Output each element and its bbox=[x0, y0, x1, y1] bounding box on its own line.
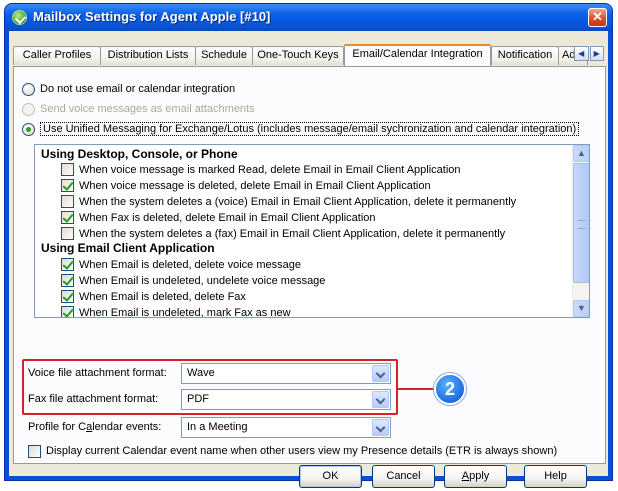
cancel-button[interactable]: Cancel bbox=[372, 465, 435, 488]
window-title: Mailbox Settings for Agent Apple [#10] bbox=[33, 9, 271, 24]
list-item[interactable]: When Email is deleted, delete Fax bbox=[61, 289, 246, 304]
dialog-client-area: Caller Profiles Distribution Lists Sched… bbox=[9, 31, 608, 488]
calendar-profile-label: Profile for Calendar events: bbox=[28, 421, 162, 433]
voice-format-select[interactable]: Wave bbox=[181, 363, 391, 384]
close-button[interactable]: ✕ bbox=[588, 8, 607, 27]
sync-options-content: Using Desktop, Console, or Phone When vo… bbox=[35, 145, 572, 317]
mailbox-settings-window: Mailbox Settings for Agent Apple [#10] ✕… bbox=[4, 3, 613, 488]
tab-distribution-lists[interactable]: Distribution Lists bbox=[100, 46, 196, 65]
apply-button[interactable]: Apply bbox=[444, 465, 507, 488]
chevron-down-icon[interactable] bbox=[372, 419, 389, 436]
fax-format-value: PDF bbox=[187, 393, 209, 405]
list-item[interactable]: When Email is undeleted, undelete voice … bbox=[61, 273, 325, 288]
checkbox-label: When voice message is marked Read, delet… bbox=[79, 163, 461, 176]
callout-connector-line bbox=[398, 388, 436, 390]
list-item[interactable]: When Email is undeleted, mark Fax as new bbox=[61, 305, 291, 318]
chevron-down-icon[interactable] bbox=[372, 365, 389, 382]
checkbox-label: When Email is undeleted, undelete voice … bbox=[79, 274, 326, 287]
chevron-down-icon[interactable] bbox=[372, 391, 389, 408]
checkbox-label: When Email is deleted, delete Fax bbox=[79, 290, 246, 303]
radio-button[interactable] bbox=[22, 82, 35, 96]
list-item[interactable]: When the system deletes a (voice) Email … bbox=[61, 194, 516, 209]
display-event-label: Display current Calendar event name when… bbox=[46, 445, 558, 457]
list-item[interactable]: When the system deletes a (fax) Email in… bbox=[61, 226, 505, 241]
sync-list-scrollbar[interactable]: ▲ ▼ bbox=[572, 145, 589, 317]
app-icon bbox=[12, 10, 27, 25]
checkbox-label: When the system deletes a (voice) Email … bbox=[79, 195, 517, 208]
tab-email-calendar-integration[interactable]: Email/Calendar Integration bbox=[344, 44, 491, 66]
checkbox[interactable] bbox=[61, 195, 74, 208]
radio-label: Use Unified Messaging for Exchange/Lotus… bbox=[40, 122, 580, 136]
checkbox-label: When the system deletes a (fax) Email in… bbox=[79, 227, 506, 240]
email-calendar-panel: Do not use email or calendar integration… bbox=[13, 66, 606, 464]
scroll-down-icon[interactable]: ▼ bbox=[573, 300, 589, 317]
radio-no-integration[interactable]: Do not use email or calendar integration bbox=[22, 81, 235, 97]
checkbox[interactable] bbox=[61, 274, 74, 287]
radio-label: Send voice messages as email attachments bbox=[40, 103, 255, 115]
checkbox[interactable] bbox=[61, 306, 74, 317]
tab-one-touch-keys[interactable]: One-Touch Keys bbox=[252, 46, 344, 65]
voice-format-value: Wave bbox=[187, 367, 215, 379]
checkbox[interactable] bbox=[61, 211, 74, 224]
group-heading-desktop: Using Desktop, Console, or Phone bbox=[41, 147, 238, 161]
calendar-profile-value: In a Meeting bbox=[187, 421, 248, 433]
checkbox-label: When Email is undeleted, mark Fax as new bbox=[79, 306, 291, 318]
help-button[interactable]: Help bbox=[524, 465, 587, 488]
tab-schedule[interactable]: Schedule bbox=[195, 46, 253, 65]
tab-scroll-arrows: ◀ ▶ bbox=[574, 46, 604, 61]
radio-unified-messaging[interactable]: Use Unified Messaging for Exchange/Lotus… bbox=[22, 121, 580, 137]
checkbox-label: When voice message is deleted, delete Em… bbox=[79, 179, 431, 192]
voice-format-label: Voice file attachment format: bbox=[28, 367, 167, 379]
callout-number-badge: 2 bbox=[434, 373, 466, 405]
tab-caller-profiles[interactable]: Caller Profiles bbox=[13, 46, 101, 65]
fax-format-select[interactable]: PDF bbox=[181, 389, 391, 410]
radio-label: Do not use email or calendar integration bbox=[40, 83, 236, 95]
checkbox[interactable] bbox=[61, 290, 74, 303]
checkbox[interactable] bbox=[61, 179, 74, 192]
list-item[interactable]: When voice message is deleted, delete Em… bbox=[61, 178, 431, 193]
scrollbar-thumb[interactable] bbox=[573, 163, 589, 283]
display-event-checkbox-row[interactable]: Display current Calendar event name when… bbox=[28, 443, 557, 459]
ok-button[interactable]: OK bbox=[299, 465, 362, 488]
sync-options-list[interactable]: Using Desktop, Console, or Phone When vo… bbox=[34, 144, 590, 318]
checkbox[interactable] bbox=[61, 258, 74, 271]
tab-notification[interactable]: Notification bbox=[491, 46, 559, 65]
radio-button bbox=[22, 102, 35, 116]
calendar-profile-select[interactable]: In a Meeting bbox=[181, 417, 391, 438]
list-item[interactable]: When Fax is deleted, delete Email in Ema… bbox=[61, 210, 376, 225]
fax-format-label: Fax file attachment format: bbox=[28, 393, 159, 405]
tab-strip: Caller Profiles Distribution Lists Sched… bbox=[13, 44, 604, 66]
scroll-up-icon[interactable]: ▲ bbox=[573, 145, 589, 162]
title-bar[interactable]: Mailbox Settings for Agent Apple [#10] ✕ bbox=[5, 4, 612, 31]
checkbox[interactable] bbox=[61, 163, 74, 176]
tab-scroll-right-icon[interactable]: ▶ bbox=[589, 46, 604, 61]
checkbox[interactable] bbox=[61, 227, 74, 240]
checkbox[interactable] bbox=[28, 444, 41, 458]
list-item[interactable]: When voice message is marked Read, delet… bbox=[61, 162, 461, 177]
tab-scroll-left-icon[interactable]: ◀ bbox=[574, 46, 589, 61]
radio-button[interactable] bbox=[22, 122, 35, 136]
close-icon: ✕ bbox=[592, 9, 603, 24]
radio-send-attachments: Send voice messages as email attachments bbox=[22, 101, 255, 117]
group-heading-email-client: Using Email Client Application bbox=[41, 241, 215, 255]
list-item[interactable]: When Email is deleted, delete voice mess… bbox=[61, 257, 301, 272]
checkbox-label: When Fax is deleted, delete Email in Ema… bbox=[79, 211, 376, 224]
checkbox-label: When Email is deleted, delete voice mess… bbox=[79, 258, 301, 271]
